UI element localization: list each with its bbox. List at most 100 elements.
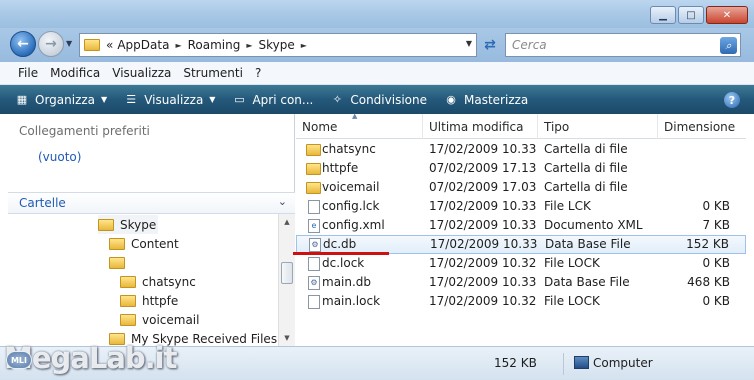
column-header-row: ▲ Nome Ultima modifica Tipo Dimensione [296,112,746,139]
recent-pages-dropdown[interactable]: ▼ [66,39,72,48]
forward-button[interactable]: → [38,31,64,57]
annotation-underline [293,252,389,255]
menu-help[interactable]: ? [255,66,261,80]
tree-item-httpfe[interactable]: httpfe [120,291,178,310]
scroll-down-icon[interactable]: ▼ [279,330,295,346]
status-selection-size: 152 KB [494,356,537,370]
menu-bar: File Modifica Visualizza Strumenti ? [0,62,754,85]
file-icon [308,200,320,214]
tree-item-chatsync[interactable]: chatsync [120,272,196,291]
breadcrumb-roaming[interactable]: Roaming [188,38,241,52]
tree-item-unnamed[interactable] [109,253,131,272]
maximize-button[interactable]: □ [678,6,704,24]
folder-icon [84,39,100,51]
file-date: 17/02/2009 10.33 [429,275,537,289]
address-bar[interactable]: « AppData ► Roaming ► Skype ► ▼ [79,33,477,57]
breadcrumb-separator-icon[interactable]: ► [175,41,181,50]
scrollbar-thumb[interactable] [281,262,293,284]
organize-label: Organizza [35,92,96,107]
file-date: 17/02/2009 10.33 [430,237,538,251]
close-button[interactable]: ✕ [706,6,748,24]
file-type: File LCK [544,199,591,213]
burn-button[interactable]: ◉ Masterizza [443,93,528,107]
menu-view[interactable]: Visualizza [112,66,171,80]
chevron-down-icon: ▼ [101,95,108,104]
menu-edit[interactable]: Modifica [50,66,100,80]
file-type: Cartella di file [544,161,628,175]
file-type: Cartella di file [544,142,628,156]
share-button[interactable]: ✧ Condivisione [329,93,427,107]
folder-icon [109,237,125,250]
open-with-label: Apri con... [252,92,314,107]
navigation-pane: Collegamenti preferiti (vuoto) Cartelle … [8,114,295,346]
breadcrumb-overflow[interactable]: « [106,38,113,52]
file-row-config-xml[interactable]: e config.xml 17/02/2009 10.33 Documento … [296,217,746,236]
file-row-config-lck[interactable]: config.lck 17/02/2009 10.33 File LCK 0 K… [296,198,746,217]
tree-item-voicemail[interactable]: voicemail [120,310,199,329]
file-icon [308,295,320,309]
breadcrumb-appdata[interactable]: AppData [117,38,169,52]
navigation-bar: ← → ▼ « AppData ► Roaming ► Skype ► ▼ ⇄ … [0,28,754,62]
column-label: Dimensione [664,119,736,134]
organize-button[interactable]: ▦ Organizza ▼ [14,93,107,107]
tree-item-label: Content [131,236,179,251]
folder-icon [120,275,136,288]
file-size: 0 KB [702,256,730,270]
back-arrow-icon: ← [17,36,29,52]
tree-item-content[interactable]: Content [109,234,179,253]
back-button[interactable]: ← [10,31,36,57]
open-with-button[interactable]: ▭ Apri con... [231,93,313,107]
file-date: 17/02/2009 10.33 [429,218,537,232]
folders-heading: Cartelle [19,196,66,210]
tree-scrollbar[interactable]: ▲ ▼ [278,214,295,346]
file-name: chatsync [322,142,376,156]
file-size: 468 KB [687,275,730,289]
minimize-button[interactable]: ▁ [650,6,676,24]
search-icon[interactable]: ⌕ [720,37,737,54]
column-type[interactable]: Tipo [538,114,658,139]
scroll-up-icon[interactable]: ▲ [279,214,295,230]
tree-item-label: Skype [120,217,157,232]
refresh-button[interactable]: ⇄ [479,33,501,57]
file-type: File LOCK [544,294,600,308]
file-size: 152 KB [686,237,729,251]
folder-icon [306,144,321,156]
file-type: Documento XML [544,218,643,232]
favorites-heading: Collegamenti preferiti [19,124,150,138]
file-row-dc-lock[interactable]: dc.lock 17/02/2009 10.32 File LOCK 0 KB [296,255,746,274]
breadcrumb-skype[interactable]: Skype [259,38,295,52]
column-modified[interactable]: Ultima modifica [423,114,538,139]
folder-open-icon [98,218,114,231]
breadcrumb-separator-icon[interactable]: ► [301,41,307,50]
chevron-down-icon[interactable]: ⌄ [278,195,287,208]
breadcrumb-separator-icon[interactable]: ► [246,41,252,50]
file-row-chatsync[interactable]: chatsync 17/02/2009 10.33 Cartella di fi… [296,141,746,160]
file-row-main-lock[interactable]: main.lock 17/02/2009 10.32 File LOCK 0 K… [296,293,746,312]
organize-icon: ▦ [16,93,28,106]
search-input[interactable]: Cerca ⌕ [505,33,741,57]
menu-file[interactable]: File [18,66,38,80]
view-button[interactable]: ☰ Visualizza ▼ [123,93,215,107]
file-row-voicemail[interactable]: voicemail 07/02/2009 17.03 Cartella di f… [296,179,746,198]
address-dropdown-icon[interactable]: ▼ [466,39,472,48]
tree-item-label: httpfe [142,293,179,308]
folder-icon [306,182,321,194]
file-row-main-db[interactable]: ⚙ main.db 17/02/2009 10.33 Data Base Fil… [296,274,746,293]
file-type: Cartella di file [544,180,628,194]
file-row-httpfe[interactable]: httpfe 07/02/2009 17.13 Cartella di file [296,160,746,179]
burn-label: Masterizza [464,92,529,107]
tree-item-skype[interactable]: Skype [98,215,158,234]
burn-disc-icon: ◉ [446,93,456,106]
file-name: config.lck [322,199,380,213]
file-type: File LOCK [544,256,600,270]
database-file-icon: ⚙ [308,276,320,290]
help-icon[interactable]: ? [724,92,740,108]
folder-open-icon [109,256,125,269]
watermark-badge: MLI [6,351,32,369]
folders-header[interactable]: Cartelle ⌄ [8,192,295,214]
column-name[interactable]: ▲ Nome [296,112,423,139]
menu-tools[interactable]: Strumenti [183,66,243,80]
column-label: Ultima modifica [429,119,524,134]
file-name: config.xml [322,218,385,232]
column-size[interactable]: Dimensione [658,114,746,139]
